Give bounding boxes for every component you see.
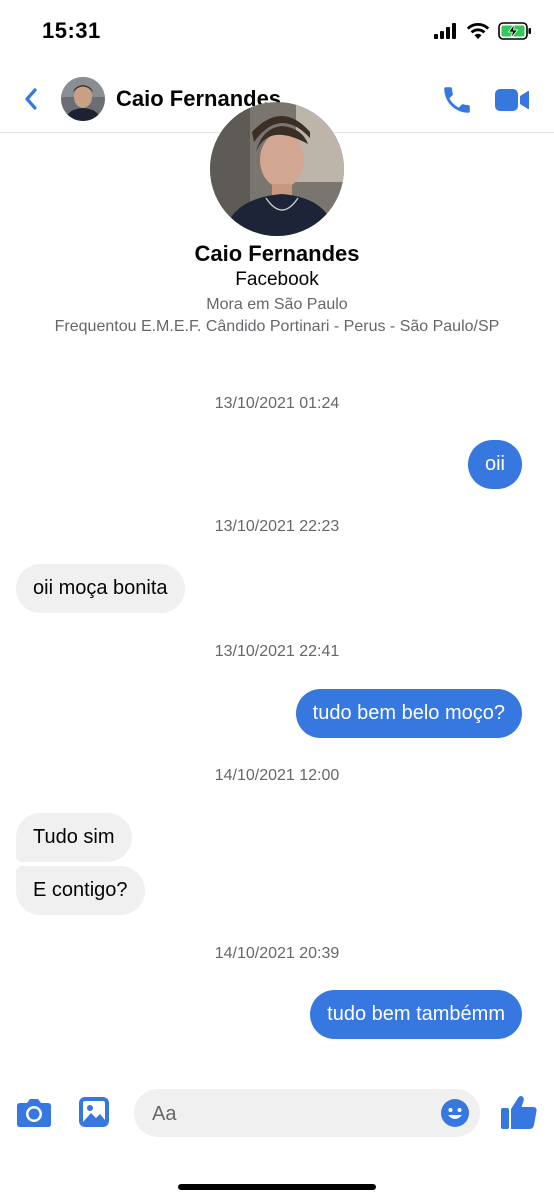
outgoing-message[interactable]: tudo bem tambémm [310, 990, 522, 1039]
profile-education: Frequentou E.M.E.F. Cândido Portinari - … [54, 318, 500, 335]
message-timestamp: 13/10/2021 22:23 [214, 518, 340, 535]
message-timestamp: 14/10/2021 12:00 [214, 767, 340, 784]
audio-call-button[interactable] [440, 83, 474, 117]
message-timestamp: 13/10/2021 22:41 [214, 643, 340, 660]
cellular-signal-icon [434, 23, 456, 39]
phone-icon [444, 87, 470, 113]
profile-location: Mora em São Paulo [206, 296, 348, 313]
battery-charging-icon [498, 22, 531, 40]
outgoing-message[interactable]: oii [467, 440, 522, 489]
emoji-button[interactable] [440, 1098, 470, 1128]
wifi-icon [466, 22, 490, 39]
incoming-message[interactable]: Tudo sim [16, 813, 132, 862]
camera-button[interactable] [16, 1096, 52, 1128]
profile-avatar[interactable] [210, 102, 344, 236]
message-timestamp: 14/10/2021 20:39 [214, 945, 340, 962]
profile-name: Caio Fernandes [194, 241, 360, 266]
smiley-icon [441, 1099, 469, 1127]
thumbs-up-icon [501, 1096, 537, 1129]
status-time: 15:31 [42, 18, 101, 43]
profile-photo [210, 102, 344, 236]
status-icons [434, 22, 532, 40]
message-input[interactable] [150, 1089, 434, 1139]
message-composer [0, 1074, 554, 1200]
video-camera-icon [495, 89, 529, 111]
incoming-message[interactable]: oii moça bonita [16, 564, 185, 613]
avatar-photo [61, 77, 105, 121]
message-input-container [134, 1089, 480, 1139]
chevron-left-icon [25, 88, 37, 110]
incoming-message[interactable]: E contigo? [16, 866, 145, 915]
video-call-button[interactable] [494, 86, 530, 114]
back-button[interactable] [16, 84, 46, 114]
image-icon [79, 1097, 109, 1127]
outgoing-message[interactable]: tudo bem belo moço? [295, 689, 522, 738]
like-button[interactable] [500, 1094, 538, 1130]
profile-source: Facebook [235, 269, 319, 290]
status-bar: 15:31 [0, 0, 554, 66]
contact-avatar[interactable] [61, 77, 105, 121]
home-indicator[interactable] [178, 1184, 376, 1190]
messenger-chat-screen: 15:31 Caio Fernandes Caio Fernandes Face… [0, 0, 554, 1200]
gallery-button[interactable] [78, 1096, 110, 1128]
message-timestamp: 13/10/2021 01:24 [214, 395, 340, 412]
camera-icon [17, 1099, 51, 1127]
